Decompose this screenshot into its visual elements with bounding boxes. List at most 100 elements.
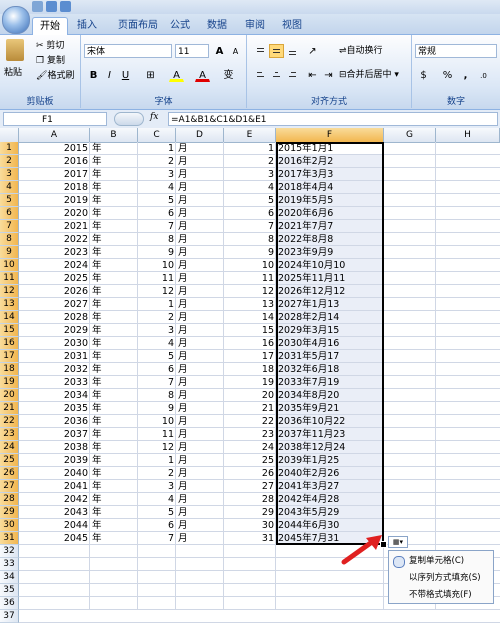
align-left-icon[interactable] — [253, 68, 268, 82]
cell-a[interactable]: 2044 — [19, 519, 90, 532]
cell-f[interactable]: 2018年4月4 — [276, 181, 384, 194]
cell-b[interactable]: 年 — [90, 337, 138, 350]
font-name-select[interactable]: 宋体 — [84, 44, 172, 58]
cell-d[interactable]: 月 — [176, 428, 224, 441]
row-header[interactable]: 36 — [0, 597, 19, 610]
row-header[interactable]: 33 — [0, 558, 19, 571]
cell-a[interactable]: 2037 — [19, 428, 90, 441]
cell-d[interactable]: 月 — [176, 402, 224, 415]
row-header[interactable]: 31 — [0, 532, 19, 545]
row-header[interactable]: 24 — [0, 441, 19, 454]
cell-e[interactable]: 31 — [224, 532, 276, 545]
cell-b[interactable]: 年 — [90, 311, 138, 324]
cell-c[interactable]: 5 — [138, 350, 176, 363]
cell-d[interactable]: 月 — [176, 363, 224, 376]
cell-d[interactable]: 月 — [176, 233, 224, 246]
formula-input[interactable]: =A1&B1&C1&D1&E1 — [168, 112, 498, 126]
cell-d[interactable]: 月 — [176, 324, 224, 337]
cell-d[interactable]: 月 — [176, 376, 224, 389]
tab-home[interactable]: 开始 — [32, 17, 68, 35]
decrease-indent-icon[interactable]: ⇤ — [305, 68, 320, 82]
cell-d[interactable]: 月 — [176, 194, 224, 207]
orientation-icon[interactable]: ↗ — [305, 44, 320, 58]
row-header[interactable]: 28 — [0, 493, 19, 506]
paste-button[interactable]: 粘贴 — [4, 65, 22, 78]
cell-d[interactable]: 月 — [176, 181, 224, 194]
cell-b[interactable]: 年 — [90, 493, 138, 506]
cell-b[interactable]: 年 — [90, 376, 138, 389]
cell-e[interactable]: 6 — [224, 207, 276, 220]
cell-a[interactable]: 2031 — [19, 350, 90, 363]
cell-a[interactable]: 2027 — [19, 298, 90, 311]
cell-d[interactable]: 月 — [176, 441, 224, 454]
cell-c[interactable]: 2 — [138, 311, 176, 324]
cell-a[interactable]: 2019 — [19, 194, 90, 207]
cell-c[interactable]: 4 — [138, 493, 176, 506]
cell-a[interactable]: 2030 — [19, 337, 90, 350]
cell-c[interactable]: 5 — [138, 194, 176, 207]
cell-e[interactable]: 5 — [224, 194, 276, 207]
cell-a[interactable]: 2017 — [19, 168, 90, 181]
cell-c[interactable]: 10 — [138, 415, 176, 428]
cell-e[interactable]: 12 — [224, 285, 276, 298]
cell-b[interactable]: 年 — [90, 402, 138, 415]
autofill-copy-cells[interactable]: 复制单元格(C) — [391, 554, 493, 569]
column-header-b[interactable]: B — [90, 128, 138, 142]
align-bottom-icon[interactable] — [285, 44, 300, 58]
cell-a[interactable]: 2029 — [19, 324, 90, 337]
select-all-corner[interactable] — [0, 128, 19, 142]
cell-d[interactable]: 月 — [176, 207, 224, 220]
cell-b[interactable]: 年 — [90, 519, 138, 532]
cell-f[interactable]: 2017年3月3 — [276, 168, 384, 181]
row-header[interactable]: 13 — [0, 298, 19, 311]
cell-c[interactable]: 2 — [138, 155, 176, 168]
cell-e[interactable]: 28 — [224, 493, 276, 506]
cell-e[interactable]: 17 — [224, 350, 276, 363]
cell-f[interactable]: 2033年7月19 — [276, 376, 384, 389]
cell-e[interactable]: 2 — [224, 155, 276, 168]
cell-a[interactable]: 2020 — [19, 207, 90, 220]
cell-e[interactable]: 8 — [224, 233, 276, 246]
cell-c[interactable]: 9 — [138, 402, 176, 415]
cell-d[interactable]: 月 — [176, 480, 224, 493]
cell-b[interactable]: 年 — [90, 415, 138, 428]
cell-f[interactable]: 2024年10月10 — [276, 259, 384, 272]
cell-d[interactable]: 月 — [176, 298, 224, 311]
cell-a[interactable]: 2039 — [19, 454, 90, 467]
cell-b[interactable]: 年 — [90, 467, 138, 480]
grow-font-button[interactable]: A — [212, 44, 227, 58]
row-header[interactable]: 11 — [0, 272, 19, 285]
cell-f[interactable]: 2039年1月25 — [276, 454, 384, 467]
cell-b[interactable]: 年 — [90, 155, 138, 168]
cell-a[interactable]: 2023 — [19, 246, 90, 259]
cell-b[interactable]: 年 — [90, 181, 138, 194]
cell-d[interactable]: 月 — [176, 142, 224, 155]
cell-a[interactable]: 2018 — [19, 181, 90, 194]
cell-a[interactable]: 2040 — [19, 467, 90, 480]
cell-b[interactable]: 年 — [90, 207, 138, 220]
cell-f[interactable]: 2016年2月2 — [276, 155, 384, 168]
cell-c[interactable]: 7 — [138, 532, 176, 545]
cell-f[interactable]: 2025年11月11 — [276, 272, 384, 285]
row-header[interactable]: 30 — [0, 519, 19, 532]
cell-a[interactable]: 2025 — [19, 272, 90, 285]
paste-icon[interactable] — [6, 39, 24, 61]
currency-button[interactable]: $ — [416, 68, 431, 82]
tab-page-layout[interactable]: 页面布局 — [110, 17, 166, 34]
cell-e[interactable]: 4 — [224, 181, 276, 194]
cell-d[interactable]: 月 — [176, 415, 224, 428]
cell-c[interactable]: 6 — [138, 519, 176, 532]
column-header-h[interactable]: H — [436, 128, 500, 142]
cell-b[interactable]: 年 — [90, 168, 138, 181]
cell-b[interactable]: 年 — [90, 272, 138, 285]
font-size-select[interactable]: 11 — [175, 44, 209, 58]
tab-formulas[interactable]: 公式 — [165, 17, 195, 34]
row-header[interactable]: 2 — [0, 155, 19, 168]
cell-b[interactable]: 年 — [90, 298, 138, 311]
cell-b[interactable]: 年 — [90, 285, 138, 298]
column-header-f[interactable]: F — [276, 128, 384, 142]
cell-b[interactable]: 年 — [90, 233, 138, 246]
cell-c[interactable]: 4 — [138, 337, 176, 350]
cell-c[interactable]: 7 — [138, 376, 176, 389]
cell-f[interactable]: 2019年5月5 — [276, 194, 384, 207]
